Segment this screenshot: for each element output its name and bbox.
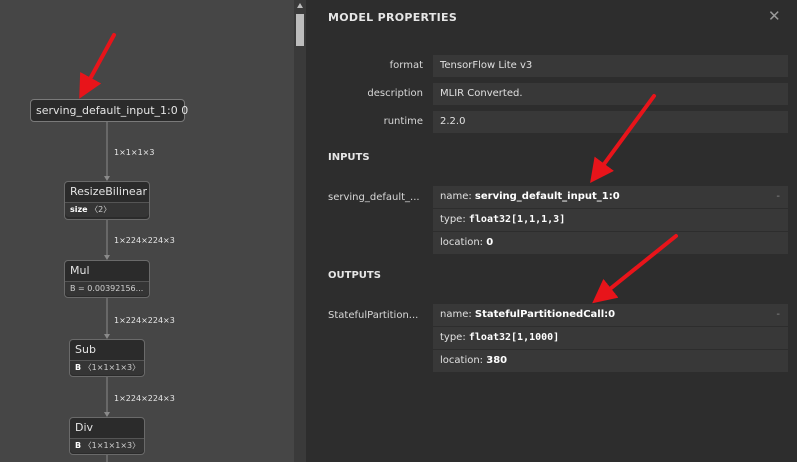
output-name: StatefulPartitionedCall:0 [474,309,616,320]
expand-toggle[interactable]: - [776,186,780,208]
outputs-heading: OUTPUTS [328,270,381,281]
graph-edges [104,122,110,462]
graph-view[interactable]: serving_default_input_1:0 0 1×1×1×3 1×22… [0,0,306,462]
attr-key: B [75,441,82,450]
scrollbar-thumb[interactable] [296,14,304,46]
property-label-description: description [367,88,423,99]
location-key: location: [440,237,487,248]
output-name-row: name: StatefulPartitionedCall:0 - [433,304,788,326]
model-properties-panel: MODEL PROPERTIES ✕ format TensorFlow Lit… [306,0,797,462]
type-key: type: [440,332,469,343]
graph-input-node[interactable]: serving_default_input_1:0 0 [30,99,189,122]
edge-shape-label: 1×224×224×3 [114,394,175,403]
property-label-format: format [389,60,423,71]
input-label: serving_default_... [328,192,420,203]
graph-scrollbar[interactable] [294,0,306,462]
input-name: serving_default_input_1:0 [474,191,620,202]
graph-node-resizebilinear[interactable]: ResizeBilinear size 〈2〉 [64,181,150,220]
node-title: ResizeBilinear [70,185,147,198]
node-attribute: size 〈2〉 [65,202,149,217]
output-location-row: location: 380 [433,349,788,372]
property-value-runtime: 2.2.0 [433,111,788,133]
edge-shape-label: 1×224×224×3 [114,236,175,245]
node-attribute: B 〈1×1×1×3〉 [70,438,144,453]
node-title: Div [75,421,94,434]
property-label-runtime: runtime [383,116,423,127]
input-type-row: type: float32[1,1,1,3] [433,208,788,231]
graph-node-mul[interactable]: Mul B = 0.00392156... [64,260,150,298]
inputs-heading: INPUTS [328,152,370,163]
panel-title: MODEL PROPERTIES [328,11,458,24]
graph-node-div[interactable]: Div B 〈1×1×1×3〉 [69,417,145,455]
output-type: float32[1,1000] [468,332,560,343]
input-location-row: location: 0 [433,231,788,254]
attr-value: 〈2〉 [90,205,112,214]
attr-value: 〈1×1×1×3〉 [83,441,141,450]
edge-shape-label: 1×1×1×3 [114,148,155,157]
input-location: 0 [486,237,494,248]
expand-toggle[interactable]: - [776,304,780,326]
name-key: name: [440,191,475,202]
property-value-format: TensorFlow Lite v3 [433,55,788,77]
attr-key: B [75,363,82,372]
node-attribute: B 〈1×1×1×3〉 [70,360,144,375]
edge-shape-label: 1×224×224×3 [114,316,175,325]
output-details: name: StatefulPartitionedCall:0 - type: … [433,304,788,372]
attr-value: B = 0.00392156... [70,284,144,293]
node-title: Mul [70,264,90,277]
attr-value: 〈1×1×1×3〉 [83,363,141,372]
attr-key: size [70,205,88,214]
output-type-row: type: float32[1,1000] [433,326,788,349]
close-icon[interactable]: ✕ [768,7,781,25]
name-key: name: [440,309,475,320]
output-label: StatefulPartition... [328,310,419,321]
node-attribute: B = 0.00392156... [65,281,149,296]
property-value-description: MLIR Converted. [433,83,788,105]
input-name-row: name: serving_default_input_1:0 - [433,186,788,208]
scroll-up-icon[interactable] [297,3,303,8]
input-details: name: serving_default_input_1:0 - type: … [433,186,788,254]
input-node-label: serving_default_input_1:0 0 [36,104,189,117]
node-title: Sub [75,343,96,356]
output-location: 380 [486,355,508,366]
input-type: float32[1,1,1,3] [468,214,566,225]
type-key: type: [440,214,469,225]
location-key: location: [440,355,487,366]
graph-node-sub[interactable]: Sub B 〈1×1×1×3〉 [69,339,145,377]
